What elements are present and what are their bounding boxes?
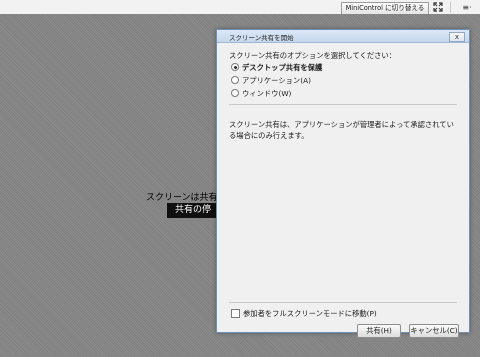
fullscreen-arrows-icon — [433, 2, 443, 12]
stop-sharing-button[interactable]: 共有の停 — [167, 203, 219, 218]
options-prompt: スクリーン共有のオプションを選択してください： — [229, 51, 397, 60]
checkbox-label: 参加者をフルスクリーンモードに移動(P) — [243, 309, 377, 318]
fullscreen-participants-checkbox[interactable]: 参加者をフルスクリーンモードに移動(P) — [231, 308, 377, 319]
divider — [229, 104, 457, 105]
radio-icon[interactable] — [231, 76, 239, 84]
sharing-status-text: スクリーンは共有 — [146, 193, 218, 203]
radio-selected-icon[interactable] — [231, 63, 239, 71]
option-protect-desktop[interactable]: デスクトップ共有を保護 — [231, 63, 322, 73]
radio-icon[interactable] — [231, 89, 239, 97]
checkbox-icon[interactable] — [231, 308, 240, 318]
share-button[interactable]: 共有(H) — [357, 324, 401, 338]
dialog-titlebar: スクリーン共有を開始 x — [217, 30, 469, 43]
option-window[interactable]: ウィンドウ(W) — [231, 89, 291, 99]
menu-icon[interactable]: ≡· — [460, 2, 474, 13]
option-application[interactable]: アプリケーション(A) — [231, 76, 311, 86]
toolbar-separator — [450, 2, 451, 13]
dialog-title: スクリーン共有を開始 — [229, 34, 294, 42]
cancel-button[interactable]: キャンセル(C) — [409, 324, 459, 338]
option-label: デスクトップ共有を保護 — [242, 63, 323, 72]
fullscreen-icon[interactable] — [432, 2, 444, 13]
dialog-body: スクリーン共有のオプションを選択してください： デスクトップ共有を保護 アプリケ… — [217, 43, 469, 338]
option-label: アプリケーション(A) — [242, 76, 311, 85]
option-label: ウィンドウ(W) — [242, 89, 292, 98]
approval-note: スクリーン共有は、アプリケーションが管理者によって承認されている場合にのみ行えま… — [229, 120, 454, 140]
screen-share-dialog: スクリーン共有を開始 x スクリーン共有のオプションを選択してください： デスク… — [216, 29, 470, 338]
close-icon[interactable]: x — [449, 32, 465, 42]
divider — [229, 302, 457, 303]
top-toolbar: MiniControl に切り替える ≡· — [0, 0, 480, 15]
